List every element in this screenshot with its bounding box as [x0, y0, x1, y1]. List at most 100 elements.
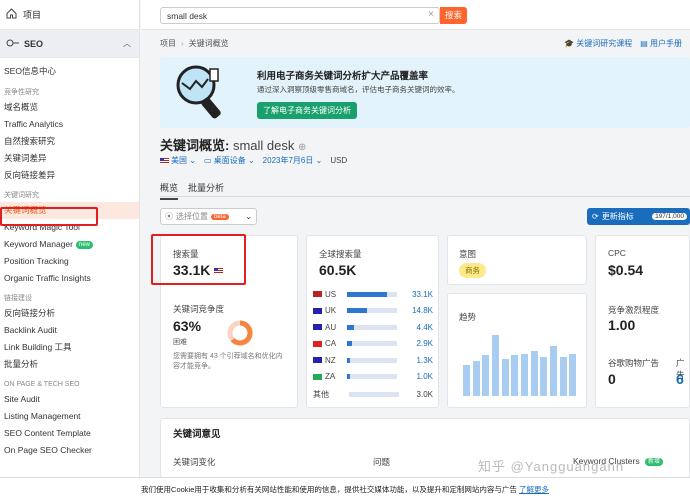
- search-button[interactable]: 搜索: [440, 7, 467, 24]
- cpc-title: CPC: [608, 248, 626, 258]
- sidebar-group-title: 竞争性研究: [4, 89, 39, 96]
- sidebar-item-seo-center[interactable]: SEO信息中心: [0, 63, 139, 80]
- sidebar-item[interactable]: 域名概览: [0, 99, 139, 116]
- location-select[interactable]: ⦿ 选择位置 beta ⌄: [160, 208, 257, 225]
- country-row: AU 4.4K: [313, 320, 433, 334]
- new-badge: 新增: [644, 457, 663, 466]
- top-links: 🎓 关键词研究课程 ▤ 用户手册: [564, 38, 682, 49]
- sidebar-item[interactable]: Site Audit: [0, 391, 139, 408]
- breadcrumb-root[interactable]: 项目: [160, 39, 176, 48]
- beta-badge: beta: [211, 213, 229, 220]
- update-metrics-button[interactable]: ⟳ 更新指标 197/1,000: [587, 208, 690, 225]
- seo-icon: [6, 38, 20, 50]
- tabs: 概览 批量分析: [160, 181, 224, 200]
- country-row: NZ 1.3K: [313, 353, 433, 367]
- sidebar-item[interactable]: 自然搜索研究: [0, 133, 139, 150]
- chevron-down-icon: ⌄: [247, 156, 255, 165]
- trend-chart: [462, 328, 578, 396]
- country-value[interactable]: 4.4K: [417, 323, 433, 332]
- country-bar: [347, 341, 397, 346]
- country-other-value: 3.0K: [416, 389, 433, 399]
- manual-link[interactable]: ▤ 用户手册: [640, 38, 682, 49]
- clear-icon[interactable]: ×: [428, 9, 434, 20]
- ideas-variations[interactable]: 关键词变化: [173, 456, 216, 468]
- banner-button[interactable]: 了解电子商务关键词分析: [257, 102, 357, 119]
- sidebar-projects[interactable]: 项目: [0, 0, 139, 30]
- country-value[interactable]: 14.8K: [412, 306, 433, 315]
- country-label: 美国: [171, 156, 187, 165]
- sidebar-item[interactable]: 反向链接分析: [0, 305, 139, 322]
- sidebar-item[interactable]: SEO Content Template: [0, 425, 139, 442]
- country-value[interactable]: 2.9K: [417, 339, 433, 348]
- sidebar: 项目 SEO ︿ SEO信息中心 竞争性研究 域名概览 Traffic Anal…: [0, 0, 140, 500]
- country-value[interactable]: 33.1K: [412, 290, 433, 299]
- sidebar-item[interactable]: On Page SEO Checker: [0, 442, 139, 459]
- difficulty-description: 您需要拥有 43 个引荐域名和优化内容才能竞争。: [173, 353, 283, 370]
- sidebar-item[interactable]: Traffic Analytics: [0, 116, 139, 133]
- sidebar-group-title: 关键词研究: [4, 192, 39, 199]
- tab-overview[interactable]: 概览: [160, 181, 179, 200]
- search-input[interactable]: small desk ×: [160, 7, 440, 24]
- country-code: UK: [325, 306, 337, 315]
- country-code: ZA: [325, 372, 336, 381]
- country-row: US 33.1K: [313, 287, 433, 301]
- country-bar-fill: [347, 357, 350, 363]
- country-bar-fill: [347, 291, 387, 297]
- sidebar-item[interactable]: Backlink Audit: [0, 322, 139, 339]
- breadcrumb-separator-icon: ›: [181, 39, 184, 48]
- country-other-bar: [349, 391, 399, 397]
- trend-bar: [501, 358, 509, 396]
- promo-banner: 利用电子商务关键词分析扩大产品覆盖率 通过深入洞察顶级零售商域名，评估电子商务关…: [160, 57, 690, 128]
- filters: 美国 ⌄ ▭ 桌面设备 ⌄ 2023年7月6日 ⌄ USD: [160, 155, 347, 166]
- density-value: 1.00: [608, 317, 636, 333]
- country-row: UK 14.8K: [313, 304, 433, 318]
- sidebar-item[interactable]: Position Tracking: [0, 253, 139, 270]
- country-value[interactable]: 1.3K: [417, 356, 433, 365]
- banner-subtitle: 通过深入洞察顶级零售商域名，评估电子商务关键词的效率。: [257, 85, 460, 94]
- manual-link-label: 用户手册: [650, 39, 682, 48]
- date-select[interactable]: 2023年7月6日 ⌄: [263, 155, 323, 166]
- sidebar-item[interactable]: 反向链接差异: [0, 167, 139, 184]
- trend-title: 趋势: [459, 312, 477, 322]
- country-flag-icon: [313, 307, 322, 314]
- global-title: 全球搜索量: [319, 249, 362, 259]
- sidebar-item-keyword-manager[interactable]: Keyword Manager new: [0, 236, 139, 253]
- banner-title: 利用电子商务关键词分析扩大产品覆盖率: [257, 71, 429, 82]
- difficulty-level: 困难: [173, 339, 187, 346]
- device-select[interactable]: ▭ 桌面设备 ⌄: [204, 155, 255, 166]
- country-select[interactable]: 美国 ⌄: [160, 155, 196, 166]
- trend-bar: [511, 355, 519, 396]
- country-bar: [347, 324, 397, 330]
- trend-bar: [492, 334, 499, 396]
- us-flag-icon: [160, 157, 169, 164]
- tab-bulk-analysis[interactable]: 批量分析: [188, 181, 224, 200]
- sidebar-seo[interactable]: SEO ︿: [0, 30, 139, 58]
- density-title: 竞争激烈程度: [608, 305, 660, 315]
- add-icon[interactable]: ⊕: [298, 142, 306, 153]
- new-badge: new: [75, 240, 93, 249]
- watermark: 知乎 @Yangguangann: [478, 459, 625, 474]
- ideas-title: 关键词意见: [173, 429, 221, 440]
- home-icon: [6, 8, 17, 21]
- course-link[interactable]: 🎓 关键词研究课程: [564, 38, 632, 49]
- sidebar-item[interactable]: Listing Management: [0, 408, 139, 425]
- trend-bar: [559, 356, 567, 396]
- sidebar-projects-label: 项目: [23, 10, 42, 20]
- sidebar-item[interactable]: 关键词差异: [0, 150, 139, 167]
- country-code: NZ: [325, 355, 336, 365]
- ideas-questions[interactable]: 问题: [373, 456, 390, 468]
- country-value[interactable]: 1.0K: [417, 372, 433, 381]
- magnifier-illustration-icon: [176, 65, 221, 119]
- country-bar-fill: [347, 341, 352, 346]
- date-label: 2023年7月6日: [262, 156, 314, 165]
- sidebar-item[interactable]: Organic Traffic Insights: [0, 270, 139, 287]
- sidebar-item[interactable]: Link Building 工具: [0, 339, 139, 356]
- ads-title: 谷歌购物广告: [608, 358, 660, 368]
- chevron-down-icon: ⌄: [245, 212, 252, 221]
- page-title-keyword: small desk: [232, 138, 295, 153]
- cookie-learn-more-link[interactable]: 了解更多: [519, 485, 549, 494]
- trend-bar: [550, 345, 557, 396]
- cookie-text: 我们使用Cookie用于收集和分析有关网站性能和使用的信息，提供社交媒体功能，以…: [141, 485, 517, 494]
- sidebar-item[interactable]: 批量分析: [0, 356, 139, 373]
- location-placeholder: 选择位置: [176, 212, 208, 221]
